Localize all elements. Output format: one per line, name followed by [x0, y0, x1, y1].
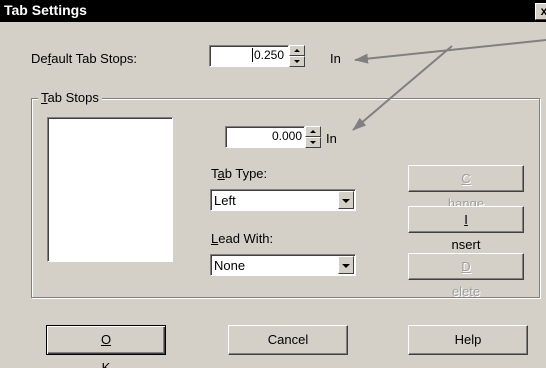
tab-settings-dialog: Tab Settings x Default Tab Stops: 0.250 …	[0, 0, 546, 368]
callout-arrow-default-tab-stops	[354, 39, 546, 64]
callout-arrows	[352, 39, 546, 131]
